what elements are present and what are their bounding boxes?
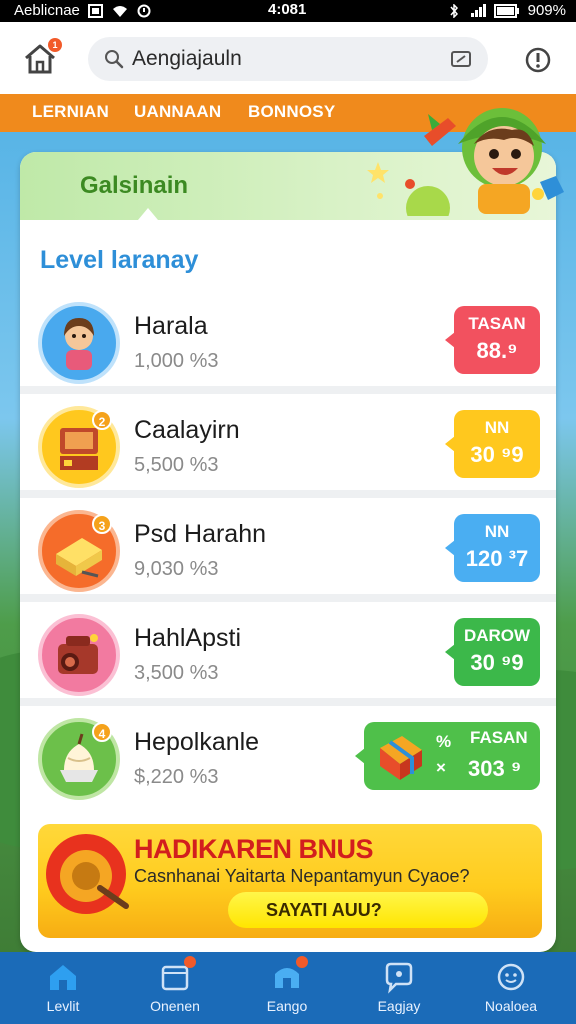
tag-value: 30 ⁹9 bbox=[470, 650, 524, 675]
sim-icon bbox=[87, 3, 103, 18]
status-app-label: Aeblicnae bbox=[14, 2, 80, 19]
nav-label: Noaloea bbox=[484, 998, 538, 1014]
bonus-banner[interactable]: HADIKAREN BNUS Casnhanai Yaitarta Nepant… bbox=[38, 824, 542, 938]
tag-value: 88.⁹ bbox=[476, 338, 518, 363]
bottom-navigation: Levlit Onenen Eango Eagjay Noaloea bbox=[0, 952, 576, 1024]
level-reward-tag[interactable]: NN 120 ³7 bbox=[445, 514, 540, 582]
levels-card: Galsinain Level laranay Harala 1,000 %3 … bbox=[20, 152, 556, 952]
status-bar: Aeblicnae 4:081 909% bbox=[0, 0, 576, 22]
tab-lernian[interactable]: LERNIAN bbox=[32, 102, 109, 122]
level-name: Caalayirn bbox=[134, 416, 240, 444]
gift-box-icon bbox=[380, 736, 422, 780]
card-header-title: Galsinain bbox=[80, 172, 189, 199]
nav-badge bbox=[184, 956, 196, 968]
sync-icon bbox=[137, 4, 151, 17]
level-item[interactable]: Harala 1,000 %3 TASAN 88.⁹ bbox=[20, 302, 556, 394]
nav-item-eagjay[interactable]: Eagjay bbox=[344, 960, 454, 1014]
level-badge: 3 bbox=[92, 514, 112, 534]
shop-icon bbox=[270, 956, 308, 994]
search-input[interactable] bbox=[132, 47, 432, 71]
level-reward-tag[interactable]: % × FASAN 303 ⁹ bbox=[355, 722, 540, 790]
tag-label: FASAN bbox=[470, 728, 528, 747]
nav-badge bbox=[296, 956, 308, 968]
level-item[interactable]: 2 Caalayirn 5,500 %3 NN 30 ⁹9 bbox=[20, 406, 556, 498]
tag-value: 303 ⁹ bbox=[468, 756, 522, 781]
header-notch bbox=[138, 208, 158, 220]
nav-item-eango[interactable]: Eango bbox=[232, 956, 342, 1014]
search-bar[interactable] bbox=[88, 37, 488, 81]
battery-percent: 909% bbox=[527, 2, 566, 19]
level-item[interactable]: 3 Psd Harahn 9,030 %3 NN 120 ³7 bbox=[20, 510, 556, 602]
tag-label: TASAN bbox=[468, 314, 526, 333]
bonus-art-icon bbox=[46, 834, 129, 914]
level-points: 5,500 %3 bbox=[134, 454, 219, 476]
level-name: Psd Harahn bbox=[134, 520, 267, 548]
level-reward-tag[interactable]: DAROW 30 ⁹9 bbox=[445, 618, 540, 686]
nav-item-onenen[interactable]: Onenen bbox=[120, 956, 230, 1014]
level-points: 1,000 %3 bbox=[134, 350, 219, 372]
home-button[interactable]: 1 bbox=[22, 38, 62, 76]
level-avatar-icon: 3 bbox=[38, 510, 120, 592]
level-points: $,220 %3 bbox=[134, 766, 219, 788]
level-name: Harala bbox=[134, 312, 208, 340]
bluetooth-icon bbox=[450, 3, 458, 18]
battery-icon bbox=[493, 3, 519, 18]
tab-bonnosy[interactable]: BONNOSY bbox=[248, 102, 335, 122]
tag-symbol: × bbox=[436, 758, 446, 777]
tag-label: NN bbox=[484, 522, 510, 541]
app-bar: 1 bbox=[0, 22, 576, 94]
level-avatar-icon: 2 bbox=[38, 406, 120, 488]
girl-avatar-icon bbox=[64, 318, 94, 370]
level-avatar-icon bbox=[38, 302, 120, 384]
level-name: Hepolkanle bbox=[134, 728, 260, 756]
nav-item-levlit[interactable]: Levlit bbox=[8, 960, 118, 1014]
signal-icon bbox=[470, 3, 486, 17]
tag-label: NN bbox=[484, 418, 510, 437]
level-avatar-icon bbox=[38, 614, 120, 696]
level-reward-tag[interactable]: TASAN 88.⁹ bbox=[445, 306, 540, 374]
level-name: HahlApsti bbox=[134, 624, 241, 652]
search-icon bbox=[105, 50, 124, 69]
level-item[interactable]: 4 Hepolkanle $,220 %3 % × FASAN 303 ⁹ bbox=[20, 718, 556, 810]
tab-uannaan[interactable]: UANNAAN bbox=[134, 102, 221, 122]
camera-bag-icon bbox=[58, 634, 98, 674]
bonus-claim-button[interactable]: SAYATI AUU? bbox=[228, 892, 488, 928]
nav-label: Eango bbox=[266, 998, 308, 1014]
level-points: 9,030 %3 bbox=[134, 558, 219, 580]
wifi-icon bbox=[112, 5, 127, 17]
bonus-subtitle: Casnhanai Yaitarta Nepantamyun Cyaoe? bbox=[134, 866, 470, 886]
tag-value: 120 ³7 bbox=[465, 546, 529, 571]
bonus-title: HADIKAREN BNUS bbox=[134, 834, 374, 864]
level-reward-tag[interactable]: NN 30 ⁹9 bbox=[445, 410, 540, 478]
level-badge: 2 bbox=[92, 410, 112, 430]
chat-icon bbox=[385, 962, 413, 994]
nav-label: Eagjay bbox=[377, 998, 421, 1014]
level-points: 3,500 %3 bbox=[134, 662, 219, 684]
more-options-icon[interactable] bbox=[524, 46, 552, 74]
nav-item-noaloea[interactable]: Noaloea bbox=[456, 960, 566, 1014]
home-icon bbox=[50, 965, 76, 990]
nav-label: Levlit bbox=[46, 998, 80, 1014]
level-avatar-icon: 4 bbox=[38, 718, 120, 800]
level-badge: 4 bbox=[92, 722, 112, 742]
nav-label: Onenen bbox=[150, 998, 200, 1014]
section-title: Level laranay bbox=[40, 246, 199, 274]
tag-value: 30 ⁹9 bbox=[470, 442, 524, 467]
level-item[interactable]: HahlApsti 3,500 %3 DAROW 30 ⁹9 bbox=[20, 614, 556, 706]
scan-icon[interactable] bbox=[450, 49, 472, 69]
status-time: 4:081 bbox=[268, 1, 307, 18]
tag-label: DAROW bbox=[463, 626, 531, 645]
calendar-icon bbox=[158, 956, 196, 994]
tag-symbol: % bbox=[436, 732, 452, 751]
profile-icon bbox=[497, 963, 525, 991]
mascot-character bbox=[424, 108, 564, 214]
home-notification-badge: 1 bbox=[48, 38, 62, 52]
